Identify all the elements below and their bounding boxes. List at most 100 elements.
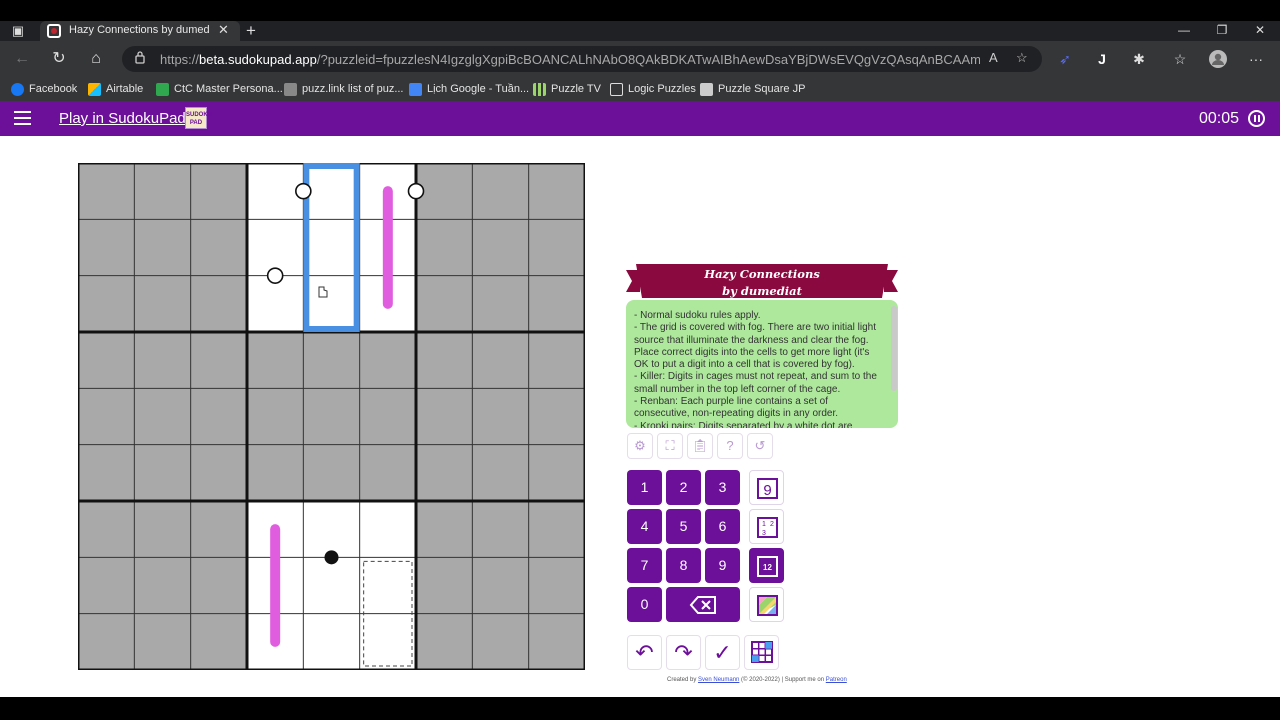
fullscreen-icon[interactable]: ⛶ bbox=[657, 433, 683, 459]
rules-text-box[interactable]: - Normal sudoku rules apply. - The grid … bbox=[626, 300, 898, 428]
app-header: Play in SudokuPad SUDOKU PAD 00:05 bbox=[0, 101, 1280, 136]
grid-icon bbox=[533, 82, 546, 96]
color-palette-icon bbox=[757, 595, 778, 616]
timer: 00:05 bbox=[1199, 110, 1240, 127]
redo-icon[interactable]: ↷ bbox=[666, 635, 701, 670]
rules-text: - Normal sudoku rules apply. - The grid … bbox=[634, 310, 877, 428]
normal-mode-label: 9 bbox=[763, 482, 771, 499]
back-icon[interactable]: ← bbox=[12, 49, 32, 69]
white-kropki-dot bbox=[407, 182, 425, 200]
home-icon[interactable]: ⌂ bbox=[86, 49, 106, 69]
airtable-icon bbox=[88, 82, 101, 96]
j-extension-icon[interactable]: J bbox=[1093, 50, 1111, 68]
rules-panel: Hazy Connections by dumediat - Normal su… bbox=[626, 262, 898, 428]
white-kropki-dot bbox=[295, 182, 312, 200]
minimize-icon[interactable]: — bbox=[1176, 23, 1192, 37]
page-icon bbox=[284, 82, 297, 96]
sudokupad-logo: SUDOKU PAD bbox=[185, 107, 212, 129]
puzzle-title-line1: Hazy Connections bbox=[704, 267, 820, 281]
digit-key-5[interactable]: 5 bbox=[666, 509, 701, 544]
sheets-icon bbox=[156, 82, 169, 96]
sudokupad-favicon-icon bbox=[47, 24, 61, 38]
author-link[interactable]: Sven Neumann bbox=[698, 677, 739, 683]
bookmark-puzzle-square[interactable]: Puzzle Square JP bbox=[700, 81, 805, 97]
selection-outline bbox=[303, 163, 360, 332]
grid-overlay bbox=[78, 163, 585, 670]
document-icon bbox=[610, 82, 623, 96]
extension-icon[interactable]: ➶ bbox=[1056, 50, 1074, 68]
digit-key-1[interactable]: 1 bbox=[627, 470, 662, 505]
bookmark-logic-puzzles[interactable]: Logic Puzzles bbox=[610, 81, 696, 97]
bookmark-puzzlink[interactable]: puzz.link list of puz... bbox=[284, 81, 404, 97]
restart-icon[interactable]: ↺ bbox=[747, 433, 773, 459]
color-mode-button[interactable] bbox=[749, 587, 784, 622]
check-icon[interactable]: ✓ bbox=[705, 635, 740, 670]
bookmark-facebook[interactable]: Facebook bbox=[11, 81, 77, 97]
delete-key[interactable] bbox=[666, 587, 740, 622]
svg-text:12: 12 bbox=[763, 563, 772, 572]
puzzle-title: Hazy Connections by dumediat bbox=[626, 266, 898, 300]
browser-tab[interactable]: Hazy Connections by dumediat | ✕ bbox=[40, 21, 240, 41]
center-mode-icon: 12 bbox=[757, 556, 778, 577]
digit-key-3[interactable]: 3 bbox=[705, 470, 740, 505]
url-text: https://beta.sudokupad.app/?puzzleid=fpu… bbox=[160, 52, 980, 67]
svg-text:2: 2 bbox=[770, 521, 774, 528]
black-kropki-dot bbox=[324, 550, 339, 565]
facebook-icon bbox=[11, 82, 24, 96]
digit-key-7[interactable]: 7 bbox=[627, 548, 662, 583]
grid-select-icon[interactable] bbox=[744, 635, 779, 670]
settings-gear-icon[interactable]: ⚙ bbox=[627, 433, 653, 459]
puzzle-page: Hazy Connections by dumediat - Normal su… bbox=[0, 136, 1280, 697]
browser-tab-bar: ▣ Hazy Connections by dumediat | ✕ + — ❐… bbox=[0, 21, 1280, 41]
read-aloud-icon[interactable]: A bbox=[989, 50, 998, 65]
close-tab-icon[interactable]: ✕ bbox=[218, 22, 229, 38]
tab-title: Hazy Connections by dumediat | bbox=[69, 24, 209, 36]
more-menu-icon[interactable]: ··· bbox=[1247, 50, 1265, 68]
digit-key-4[interactable]: 4 bbox=[627, 509, 662, 544]
digit-key-6[interactable]: 6 bbox=[705, 509, 740, 544]
hand-cursor-icon bbox=[318, 286, 328, 298]
extensions-puzzle-icon[interactable]: ✱ bbox=[1130, 50, 1148, 68]
calendar-icon bbox=[409, 82, 422, 96]
favorites-icon[interactable]: ☆ bbox=[1171, 50, 1189, 68]
center-mode-button[interactable]: 12 bbox=[749, 548, 784, 583]
digit-key-8[interactable]: 8 bbox=[666, 548, 701, 583]
rules-scrollbar[interactable] bbox=[891, 306, 897, 391]
patreon-link[interactable]: Patreon bbox=[826, 677, 847, 683]
hamburger-menu-icon[interactable] bbox=[14, 111, 32, 125]
clipboard-icon[interactable]: 📋︎ bbox=[687, 433, 713, 459]
tab-actions-icon[interactable]: ▣ bbox=[10, 23, 26, 39]
maximize-icon[interactable]: ❐ bbox=[1214, 23, 1230, 37]
puzzle-author: by dumediat bbox=[722, 284, 802, 298]
sudoku-grid[interactable] bbox=[78, 163, 585, 670]
undo-icon[interactable]: ↶ bbox=[627, 635, 662, 670]
screen: ▣ Hazy Connections by dumediat | ✕ + — ❐… bbox=[0, 0, 1280, 720]
bookmark-google-calendar[interactable]: Lịch Google - Tuần... bbox=[409, 81, 529, 97]
new-tab-icon[interactable]: + bbox=[246, 21, 256, 41]
window-close-icon[interactable]: ✕ bbox=[1252, 23, 1268, 37]
digit-key-0[interactable]: 0 bbox=[627, 587, 662, 622]
corner-mode-button[interactable]: 123 bbox=[749, 509, 784, 544]
normal-mode-icon: 9 bbox=[757, 478, 778, 499]
pause-icon[interactable] bbox=[1248, 110, 1265, 127]
lock-icon bbox=[135, 51, 145, 64]
help-icon[interactable]: ? bbox=[717, 433, 743, 459]
app-title-link[interactable]: Play in SudokuPad bbox=[59, 110, 186, 127]
svg-text:3: 3 bbox=[762, 530, 766, 537]
corner-mode-icon: 1 23 bbox=[757, 517, 778, 538]
credits-line: Created by Sven Neumann (© 2020-2022) | … bbox=[667, 677, 847, 683]
puzzle-square-icon bbox=[700, 82, 713, 96]
digit-key-9[interactable]: 9 bbox=[705, 548, 740, 583]
favorite-star-icon[interactable]: ☆ bbox=[1016, 50, 1028, 66]
bookmark-ctc[interactable]: CtC Master Persona... bbox=[156, 81, 283, 97]
digit-key-2[interactable]: 2 bbox=[666, 470, 701, 505]
profile-avatar-icon[interactable] bbox=[1209, 50, 1227, 68]
white-kropki-dot bbox=[266, 267, 284, 284]
normal-mode-button[interactable]: 9 bbox=[749, 470, 784, 505]
video-bottom-bar bbox=[0, 697, 1280, 720]
bookmark-airtable[interactable]: Airtable bbox=[88, 81, 143, 97]
svg-text:1: 1 bbox=[762, 521, 766, 528]
bookmark-puzzle-tv[interactable]: Puzzle TV bbox=[533, 81, 601, 97]
address-bar[interactable]: https://beta.sudokupad.app/?puzzleid=fpu… bbox=[122, 46, 1042, 72]
reload-icon[interactable]: ↻ bbox=[49, 49, 69, 69]
